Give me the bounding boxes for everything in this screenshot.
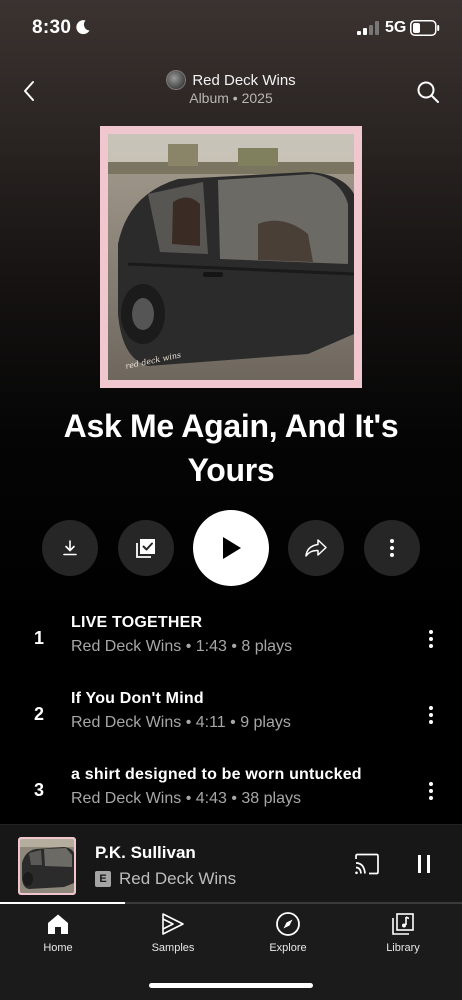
more-vertical-icon	[429, 782, 433, 800]
status-bar: 8:30 5G	[0, 0, 462, 58]
download-button[interactable]	[42, 520, 98, 576]
cast-button[interactable]	[352, 851, 382, 877]
cast-icon	[355, 853, 379, 875]
now-playing-subtitle: E Red Deck Wins	[95, 869, 236, 889]
artist-avatar	[166, 70, 187, 90]
track-meta: Red Deck Wins • 4:11 • 9 plays	[71, 714, 291, 731]
track-row[interactable]: 2 If You Don't Mind Red Deck Wins • 4:11…	[0, 686, 462, 746]
signal-icon	[357, 21, 379, 35]
header-artist-name: Red Deck Wins	[192, 71, 296, 89]
explicit-badge: E	[95, 871, 111, 887]
battery-icon	[410, 20, 440, 36]
save-to-library-button[interactable]	[118, 520, 174, 576]
home-indicator	[149, 983, 313, 988]
mini-player-thumbnail	[18, 837, 76, 895]
nav-library-label: Library	[386, 942, 420, 954]
track-meta: Red Deck Wins • 4:43 • 38 plays	[71, 790, 301, 807]
track-more-button[interactable]	[418, 700, 444, 730]
header-subtitle: Album • 2025	[189, 90, 273, 106]
pause-button[interactable]	[412, 851, 436, 877]
download-icon	[63, 540, 77, 556]
track-number: 2	[33, 704, 44, 724]
search-button[interactable]	[412, 76, 444, 108]
nav-samples-label: Samples	[151, 942, 195, 954]
moon-icon	[76, 20, 90, 35]
nav-home-label: Home	[43, 942, 73, 954]
search-icon	[417, 81, 439, 103]
track-more-button[interactable]	[418, 624, 444, 654]
nav-explore-label: Explore	[269, 942, 307, 954]
play-icon	[223, 537, 241, 559]
album-cover-art: red deck wins	[108, 134, 354, 380]
track-meta: Red Deck Wins • 1:43 • 8 plays	[71, 638, 293, 655]
now-playing-artist: Red Deck Wins	[119, 869, 237, 888]
track-title: a shirt designed to be worn untucked	[71, 766, 362, 783]
now-playing-title: P.K. Sullivan	[95, 843, 196, 862]
library-icon	[392, 913, 414, 935]
car-photo-image: red deck wins	[108, 134, 354, 380]
album-actions	[0, 510, 462, 588]
nav-samples[interactable]: Samples	[128, 910, 218, 960]
track-row[interactable]: 3 a shirt designed to be worn untucked R…	[0, 762, 462, 822]
more-options-button[interactable]	[364, 520, 420, 576]
nav-library[interactable]: Library	[358, 910, 448, 960]
car-photo-thumbnail-image	[20, 839, 74, 893]
mini-player[interactable]: P.K. Sullivan E Red Deck Wins	[0, 824, 462, 904]
nav-home[interactable]: Home	[13, 910, 103, 960]
album-header: Red Deck Wins Album • 2025	[0, 60, 462, 116]
play-button[interactable]	[193, 510, 269, 586]
track-number: 1	[33, 628, 44, 648]
track-title: If You Don't Mind	[71, 690, 204, 707]
share-button[interactable]	[288, 520, 344, 576]
album-cover: red deck wins	[100, 126, 362, 388]
nav-explore[interactable]: Explore	[243, 910, 333, 960]
track-more-button[interactable]	[418, 776, 444, 806]
status-time: 8:30	[32, 17, 72, 38]
network-label: 5G	[385, 19, 407, 36]
home-icon	[48, 914, 68, 934]
more-vertical-icon	[429, 706, 433, 724]
track-number: 3	[33, 780, 44, 800]
samples-icon	[162, 913, 184, 935]
compass-icon	[276, 912, 300, 936]
album-title: Ask Me Again, And It's Yours	[63, 408, 399, 488]
track-row[interactable]: 1 LIVE TOGETHER Red Deck Wins • 1:43 • 8…	[0, 610, 462, 670]
library-check-icon	[136, 539, 155, 558]
share-icon	[305, 539, 327, 557]
pause-icon	[418, 855, 430, 873]
more-vertical-icon	[390, 539, 394, 557]
track-title: LIVE TOGETHER	[71, 614, 203, 631]
more-vertical-icon	[429, 630, 433, 648]
